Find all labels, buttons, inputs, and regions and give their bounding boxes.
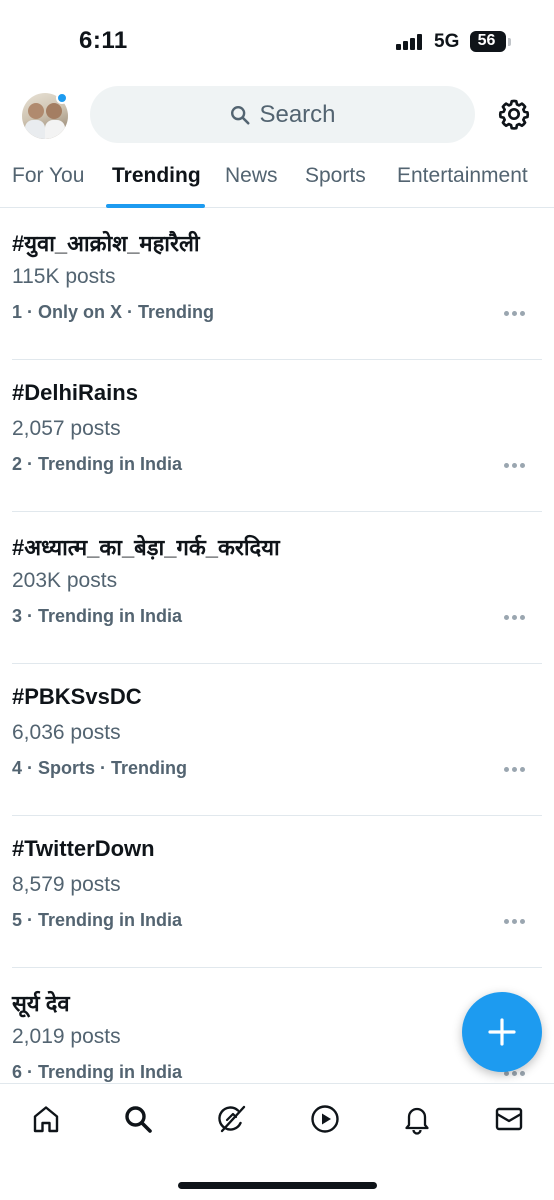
trend-name: सूर्य देव <box>12 991 70 1016</box>
tab-for-you[interactable]: For You <box>12 164 84 188</box>
trend-name: #अध्यात्म_का_बेड़ा_गर्क_करदिया <box>12 535 280 560</box>
trend-post-count: 2,019 posts <box>12 1025 121 1048</box>
plus-icon <box>488 1018 516 1046</box>
signal-icon <box>396 34 424 50</box>
battery-cap <box>508 38 511 46</box>
trend-post-count: 203K posts <box>12 569 118 592</box>
tab-entertainment[interactable]: Entertainment <box>397 164 528 188</box>
more-options-icon[interactable] <box>504 764 530 774</box>
battery-level: 56 <box>477 32 496 49</box>
more-options-icon[interactable] <box>504 612 530 622</box>
status-time: 6:11 <box>79 27 128 54</box>
home-icon[interactable] <box>30 1103 62 1135</box>
trend-item[interactable]: #PBKSvsDC 6,036 posts 4 · Sports · Trend… <box>0 664 554 816</box>
trend-item[interactable]: #युवा_आक्रोश_महारैली 115K posts 1 · Only… <box>0 208 554 360</box>
grok-icon[interactable] <box>216 1103 248 1135</box>
notification-dot <box>56 92 68 104</box>
trend-name: #TwitterDown <box>12 836 155 861</box>
play-icon[interactable] <box>309 1103 341 1135</box>
bottom-nav <box>0 1083 554 1200</box>
search-icon <box>231 105 251 125</box>
tab-bar: For You Trending News Sports Entertainme… <box>0 152 554 208</box>
home-indicator <box>178 1182 377 1189</box>
trend-post-count: 6,036 posts <box>12 721 121 744</box>
trends-list: #युवा_आक्रोश_महारैली 115K posts 1 · Only… <box>0 208 554 1083</box>
trend-context: 2 · Trending in India <box>12 454 183 474</box>
app-screen: 6:11 5G 56 Search For You Trending News … <box>0 0 554 1200</box>
trend-name: #DelhiRains <box>12 380 138 405</box>
top-bar: Search <box>0 80 554 152</box>
more-options-icon[interactable] <box>504 308 530 318</box>
trend-item[interactable]: #अध्यात्म_का_बेड़ा_गर्क_करदिया 203K post… <box>0 512 554 664</box>
trend-context: 6 · Trending in India <box>12 1062 183 1082</box>
compose-button[interactable] <box>462 992 542 1072</box>
trend-post-count: 2,057 posts <box>12 417 121 440</box>
search-placeholder: Search <box>259 100 336 128</box>
trend-context: 1 · Only on X · Trending <box>12 302 215 322</box>
search-icon[interactable] <box>122 1103 154 1135</box>
gear-icon[interactable] <box>497 97 531 131</box>
search-bar[interactable]: Search <box>90 86 475 143</box>
battery-icon: 56 <box>470 31 506 52</box>
bell-icon[interactable] <box>401 1103 433 1135</box>
trend-name: #PBKSvsDC <box>12 684 142 709</box>
trend-post-count: 115K posts <box>12 265 116 288</box>
status-bar: 6:11 5G 56 <box>0 0 554 80</box>
trend-name: #युवा_आक्रोश_महारैली <box>12 231 200 256</box>
trend-context: 4 · Sports · Trending <box>12 758 188 778</box>
trend-item[interactable]: #DelhiRains 2,057 posts 2 · Trending in … <box>0 360 554 512</box>
trend-context: 5 · Trending in India <box>12 910 183 930</box>
mail-icon[interactable] <box>493 1103 525 1135</box>
trend-item[interactable]: #TwitterDown 8,579 posts 5 · Trending in… <box>0 816 554 968</box>
trend-post-count: 8,579 posts <box>12 873 121 896</box>
tab-sports[interactable]: Sports <box>305 164 366 188</box>
tab-news[interactable]: News <box>225 164 278 188</box>
more-options-icon[interactable] <box>504 916 530 926</box>
trend-context: 3 · Trending in India <box>12 606 183 626</box>
tab-trending[interactable]: Trending <box>112 164 201 188</box>
more-options-icon[interactable] <box>504 460 530 470</box>
network-label: 5G <box>434 31 460 52</box>
